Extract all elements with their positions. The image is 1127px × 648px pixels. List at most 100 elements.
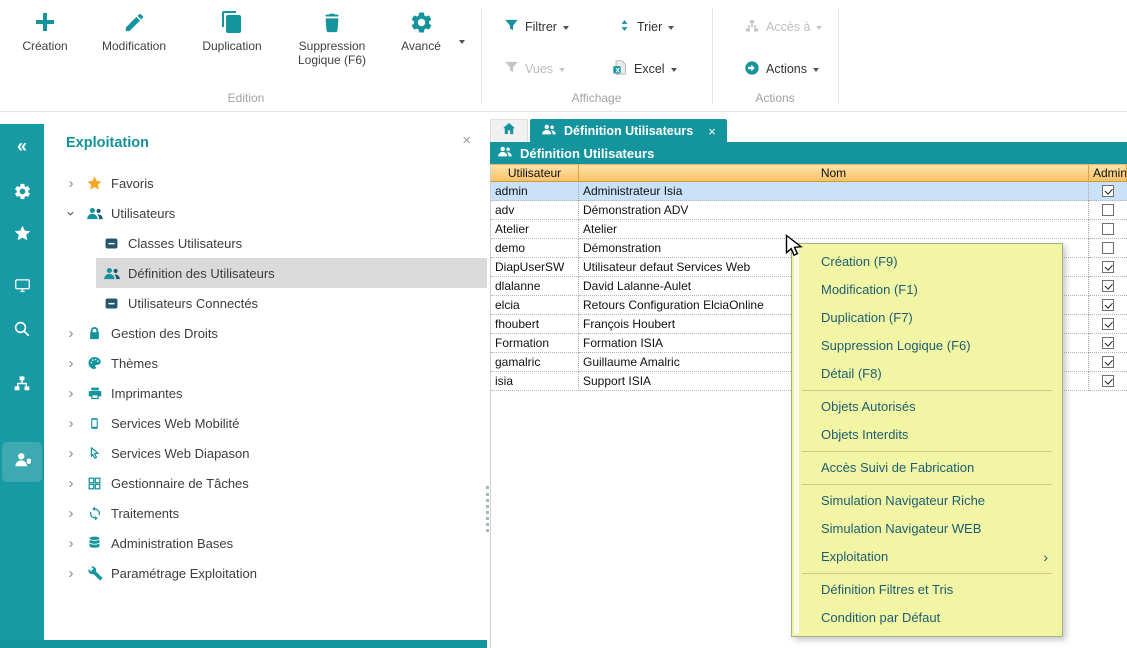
chevron-right-icon[interactable]: › — [64, 175, 78, 192]
close-icon[interactable]: × — [708, 124, 716, 139]
filtrer-button[interactable]: Filtrer — [504, 16, 569, 38]
button-label: Duplication — [202, 40, 261, 54]
sidebar-search-button[interactable] — [2, 311, 42, 351]
ribbon-group-label-affichage: Affichage — [481, 91, 712, 105]
sidebar-item-gestion-des-droits[interactable]: › Gestion des Droits — [44, 318, 487, 348]
sidebar-item-favoris[interactable]: › Favoris — [44, 168, 487, 198]
modification-button[interactable]: Modification — [92, 8, 176, 54]
chevron-down-icon[interactable]: › — [63, 206, 80, 220]
button-label: Actions — [766, 62, 807, 76]
duplication-button[interactable]: Duplication — [190, 8, 274, 54]
nav-close-button[interactable]: × — [462, 132, 471, 149]
sidebar-item-parametrage-exploitation[interactable]: › Paramétrage Exploitation — [44, 558, 487, 588]
chevron-right-icon[interactable]: › — [64, 415, 78, 432]
chevron-right-icon[interactable]: › — [64, 565, 78, 582]
pointer-icon — [85, 444, 104, 463]
admin-checkbox[interactable] — [1102, 356, 1114, 368]
admin-checkbox[interactable] — [1102, 337, 1114, 349]
ribbon-separator — [712, 8, 713, 104]
sidebar-item-label: Favoris — [111, 176, 154, 191]
sidebar-item-administration-bases[interactable]: › Administration Bases — [44, 528, 487, 558]
sidebar-item-label: Services Web Diapason — [111, 446, 250, 461]
sidebar-hierarchy-button[interactable] — [2, 366, 42, 406]
context-menu-item-modification[interactable]: Modification (F1) — [794, 276, 1060, 304]
actions-button[interactable]: Actions — [744, 58, 819, 80]
context-menu-item-definition-filtres-tris[interactable]: Définition Filtres et Tris — [794, 576, 1060, 604]
cell-administrateur — [1089, 334, 1127, 353]
table-row[interactable]: admin Administrateur Isia — [491, 182, 1127, 201]
chevron-down-icon[interactable] — [459, 40, 465, 44]
bottom-accent-bar — [0, 640, 487, 648]
collapse-sidebar-button[interactable]: « — [2, 126, 42, 166]
sidebar-monitor-button[interactable] — [2, 268, 42, 308]
context-menu-item-objets-autorises[interactable]: Objets Autorisés — [794, 393, 1060, 421]
chevron-right-icon[interactable]: › — [64, 385, 78, 402]
chevron-right-icon[interactable]: › — [64, 475, 78, 492]
context-menu-item-duplication[interactable]: Duplication (F7) — [794, 304, 1060, 332]
context-menu-item-suppression-logique[interactable]: Suppression Logique (F6) — [794, 332, 1060, 360]
chevron-right-icon[interactable]: › — [64, 445, 78, 462]
admin-checkbox[interactable] — [1102, 375, 1114, 387]
trier-button[interactable]: Trier — [618, 16, 674, 38]
sidebar-item-imprimantes[interactable]: › Imprimantes — [44, 378, 487, 408]
admin-checkbox[interactable] — [1102, 185, 1114, 197]
chevron-right-icon[interactable]: › — [64, 355, 78, 372]
cell-utilisateur: dlalanne — [491, 277, 579, 296]
admin-checkbox[interactable] — [1102, 223, 1114, 235]
wrench-icon — [85, 564, 104, 583]
sidebar-favorites-button[interactable] — [2, 216, 42, 256]
suppression-logique-button[interactable]: Suppression Logique (F6) — [288, 8, 376, 68]
sidebar-item-themes[interactable]: › Thèmes — [44, 348, 487, 378]
admin-checkbox[interactable] — [1102, 318, 1114, 330]
context-menu-item-creation[interactable]: Création (F9) — [794, 248, 1060, 276]
context-menu-item-simulation-navigateur-riche[interactable]: Simulation Navigateur Riche — [794, 487, 1060, 515]
sync-icon — [85, 504, 104, 523]
users-icon — [102, 264, 121, 283]
sidebar-item-definition-des-utilisateurs[interactable]: Définition des Utilisateurs — [44, 258, 487, 288]
hierarchy-icon — [744, 19, 760, 36]
avance-button[interactable]: Avancé — [392, 8, 450, 54]
sidebar-item-classes-utilisateurs[interactable]: Classes Utilisateurs — [44, 228, 487, 258]
chevron-right-icon[interactable]: › — [64, 505, 78, 522]
acces-a-button: Accès à — [744, 16, 822, 38]
table-row[interactable]: Atelier Atelier — [491, 220, 1127, 239]
column-header-nom[interactable]: Nom — [579, 164, 1089, 182]
cell-administrateur — [1089, 201, 1127, 220]
sidebar-item-services-web-mobilite[interactable]: › Services Web Mobilité — [44, 408, 487, 438]
tab-definition-utilisateurs[interactable]: Définition Utilisateurs × — [530, 119, 727, 142]
cell-utilisateur: elcia — [491, 296, 579, 315]
context-menu-item-objets-interdits[interactable]: Objets Interdits — [794, 421, 1060, 449]
context-menu-item-acces-suivi-fabrication[interactable]: Accès Suivi de Fabrication — [794, 454, 1060, 482]
admin-checkbox[interactable] — [1102, 280, 1114, 292]
admin-checkbox[interactable] — [1102, 299, 1114, 311]
chevron-right-icon[interactable]: › — [64, 325, 78, 342]
sidebar-users-button[interactable] — [2, 442, 42, 482]
button-label: Filtrer — [525, 20, 557, 34]
star-icon — [13, 224, 32, 248]
sidebar-item-services-web-diapason[interactable]: › Services Web Diapason — [44, 438, 487, 468]
button-label: Excel — [634, 62, 665, 76]
context-menu-item-simulation-navigateur-web[interactable]: Simulation Navigateur WEB — [794, 515, 1060, 543]
sidebar-item-gestionnaire-de-taches[interactable]: › Gestionnaire de Tâches — [44, 468, 487, 498]
table-row[interactable]: adv Démonstration ADV — [491, 201, 1127, 220]
sidebar-item-label: Utilisateurs — [111, 206, 175, 221]
sidebar-item-traitements[interactable]: › Traitements — [44, 498, 487, 528]
admin-checkbox[interactable] — [1102, 204, 1114, 216]
creation-button[interactable]: Création — [16, 8, 74, 54]
context-menu-item-condition-par-defaut[interactable]: Condition par Défaut — [794, 604, 1060, 632]
sidebar-settings-button[interactable] — [2, 174, 42, 214]
cell-nom: Démonstration ADV — [579, 201, 1089, 220]
chevron-right-icon[interactable]: › — [64, 535, 78, 552]
button-label: Modification — [102, 40, 166, 54]
sidebar-item-utilisateurs[interactable]: › Utilisateurs — [44, 198, 487, 228]
sidebar-item-utilisateurs-connectes[interactable]: Utilisateurs Connectés — [44, 288, 487, 318]
admin-checkbox[interactable] — [1102, 242, 1114, 254]
excel-button[interactable]: Excel — [612, 58, 677, 80]
context-menu-item-detail[interactable]: Détail (F8) — [794, 360, 1060, 388]
column-header-administrateur[interactable]: Administrateur — [1089, 164, 1127, 182]
admin-checkbox[interactable] — [1102, 261, 1114, 273]
context-menu-item-exploitation[interactable]: Exploitation › — [794, 543, 1060, 571]
column-header-utilisateur[interactable]: Utilisateur — [491, 164, 579, 182]
sidebar-icon-strip: « — [0, 124, 44, 648]
tab-home[interactable] — [490, 119, 528, 142]
